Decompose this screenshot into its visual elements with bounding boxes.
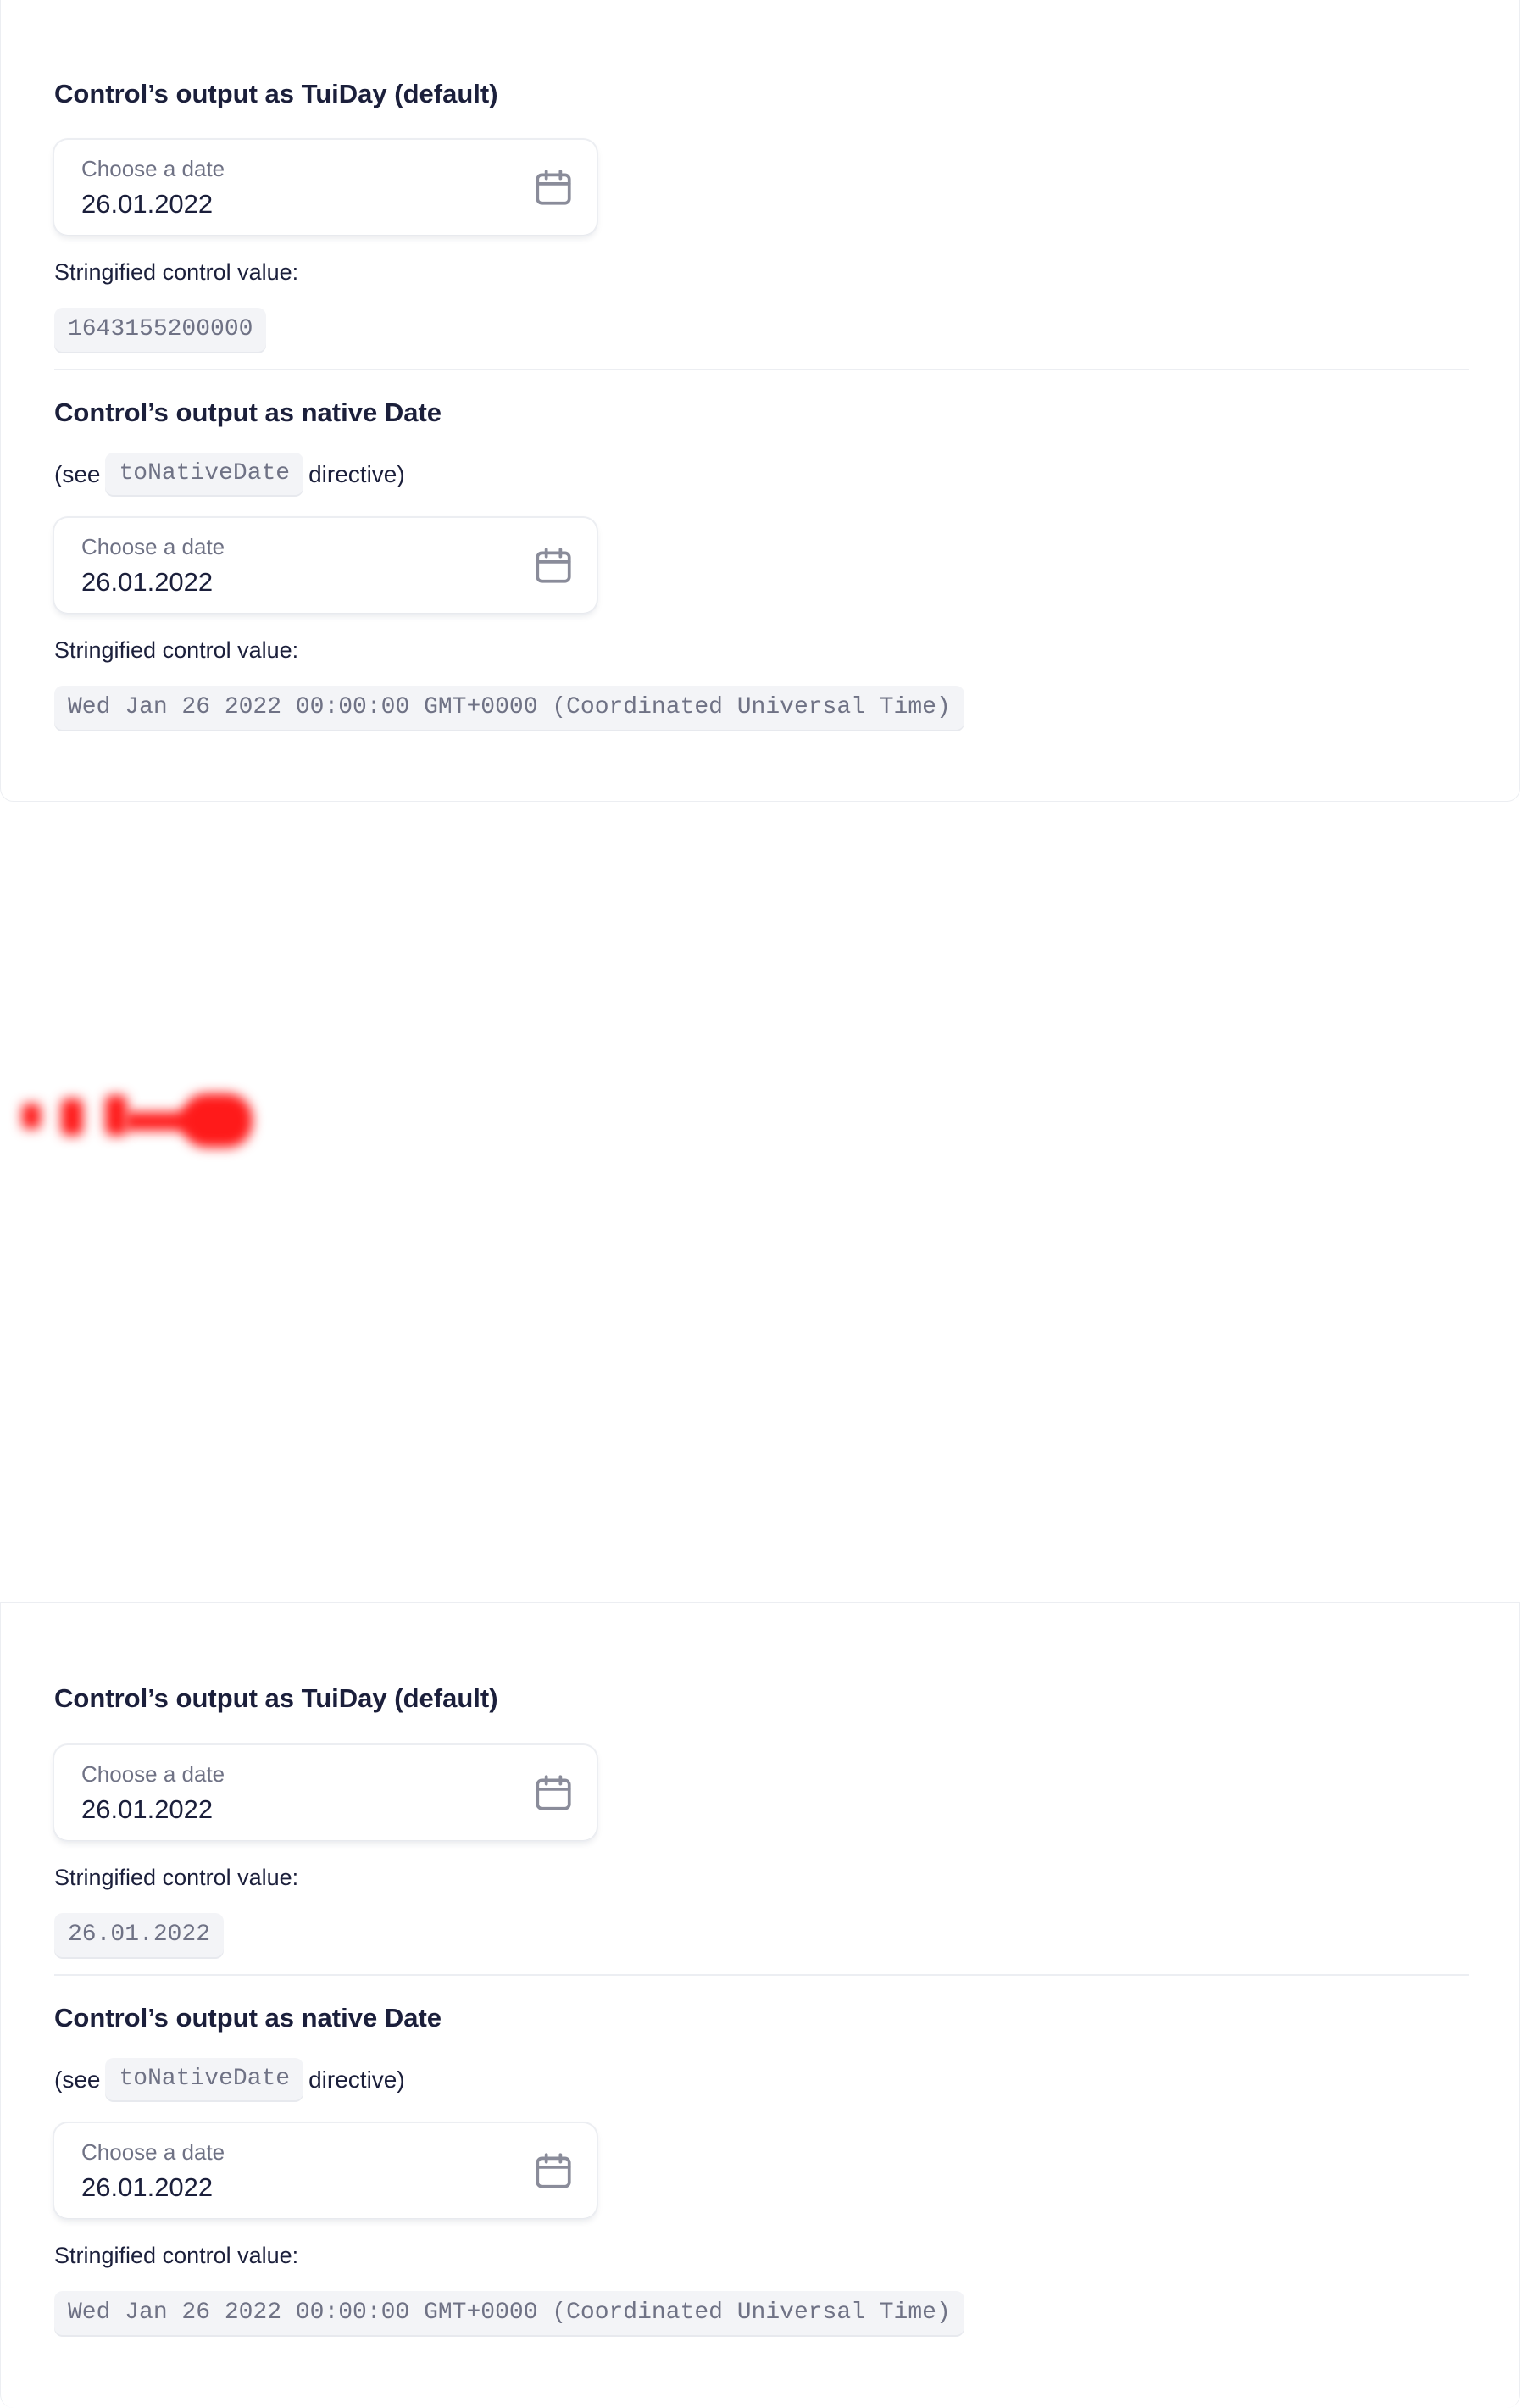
redacted-mark-part: [22, 1104, 41, 1129]
section-heading-native-date: Control’s output as native Date: [54, 398, 442, 427]
directive-note: (see toNativeDate directive): [54, 2058, 405, 2102]
calendar-icon[interactable]: [532, 2149, 575, 2192]
calendar-icon[interactable]: [532, 1771, 575, 1814]
stringified-value-code: 1643155200000: [54, 308, 267, 352]
directive-note-prefix: (see: [54, 461, 101, 487]
section-divider: [54, 369, 1469, 370]
date-input-label: Choose a date: [81, 156, 225, 181]
demo-panel-bottom: Control’s output as TuiDay (default) Cho…: [0, 1602, 1520, 2408]
date-input-native[interactable]: Choose a date 26.01.2022: [54, 518, 597, 613]
calendar-icon[interactable]: [532, 544, 575, 587]
redacted-mark: [15, 1087, 253, 1154]
stringified-value-code: 26.01.2022: [54, 1913, 225, 1957]
stringified-caption: Stringified control value:: [54, 259, 299, 285]
directive-code: toNativeDate: [105, 453, 304, 495]
redacted-mark-part: [61, 1098, 83, 1136]
directive-note-suffix: directive): [308, 2066, 405, 2093]
section-heading-tuiday: Control’s output as TuiDay (default): [54, 79, 498, 108]
stringified-value-code: Wed Jan 26 2022 00:00:00 GMT+0000 (Coord…: [54, 2291, 964, 2335]
stringified-caption: Stringified control value:: [54, 637, 299, 663]
stringified-caption: Stringified control value:: [54, 1865, 299, 1890]
date-input-tuiday[interactable]: Choose a date 26.01.2022: [54, 140, 597, 235]
date-input-tuiday[interactable]: Choose a date 26.01.2022: [54, 1745, 597, 1840]
calendar-icon[interactable]: [532, 166, 575, 209]
date-input-value: 26.01.2022: [81, 2172, 214, 2202]
date-input-label: Choose a date: [81, 2139, 225, 2165]
section-heading-tuiday: Control’s output as TuiDay (default): [54, 1683, 498, 1713]
redacted-mark-part: [181, 1093, 253, 1148]
stringified-caption: Stringified control value:: [54, 2243, 299, 2268]
directive-note-suffix: directive): [308, 461, 405, 487]
directive-note: (see toNativeDate directive): [54, 453, 405, 497]
date-input-value: 26.01.2022: [81, 567, 214, 597]
demo-panel-top: Control’s output as TuiDay (default) Cho…: [0, 0, 1520, 802]
stringified-value-code: Wed Jan 26 2022 00:00:00 GMT+0000 (Coord…: [54, 686, 964, 730]
date-input-value: 26.01.2022: [81, 189, 214, 219]
date-input-native[interactable]: Choose a date 26.01.2022: [54, 2123, 597, 2218]
directive-note-prefix: (see: [54, 2066, 101, 2093]
date-input-value: 26.01.2022: [81, 1794, 214, 1824]
section-divider: [54, 1974, 1469, 1976]
date-input-label: Choose a date: [81, 1761, 225, 1787]
section-heading-native-date: Control’s output as native Date: [54, 2003, 442, 2033]
directive-code: toNativeDate: [105, 2058, 304, 2100]
date-input-label: Choose a date: [81, 534, 225, 559]
